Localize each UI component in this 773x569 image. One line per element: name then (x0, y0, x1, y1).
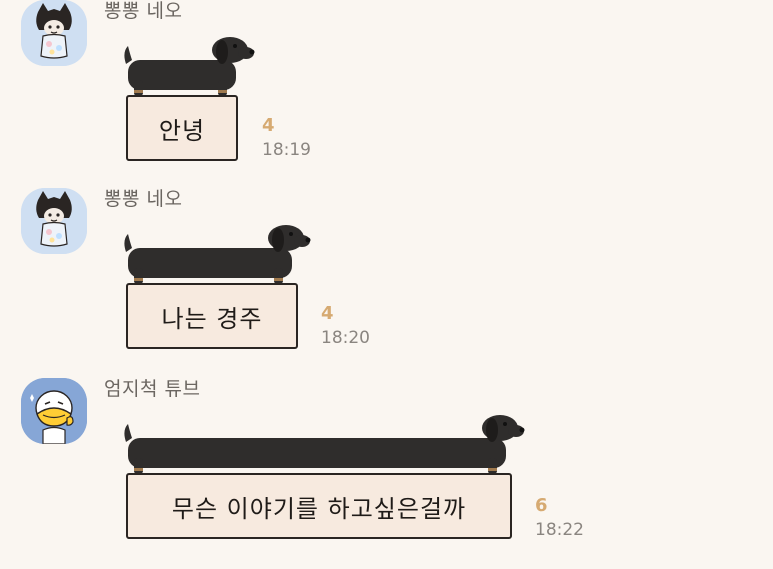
timestamp: 18:20 (321, 328, 370, 348)
sender-name: 엄지척 튜브 (104, 378, 201, 400)
neo-character-icon (21, 188, 87, 254)
timestamp: 18:22 (535, 520, 584, 540)
message-bubble[interactable]: 안녕 (126, 95, 238, 161)
avatar[interactable] (21, 188, 87, 254)
unread-count: 4 (321, 303, 334, 324)
dachshund-decoration-icon (124, 415, 525, 474)
message-meta: 6 18:22 (535, 496, 584, 541)
tube-duck-character-icon (21, 378, 87, 444)
sender-name: 뽕뽕 네오 (104, 0, 183, 22)
unread-count: 4 (262, 115, 275, 136)
message-meta: 4 18:19 (262, 116, 311, 161)
message-meta: 4 18:20 (321, 304, 370, 349)
avatar[interactable] (21, 378, 87, 444)
neo-character-icon (21, 0, 87, 66)
message-bubble[interactable]: 나는 경주 (126, 283, 298, 349)
unread-count: 6 (535, 495, 548, 516)
message-bubble[interactable]: 무슨 이야기를 하고싶은걸까 (126, 473, 512, 539)
avatar[interactable] (21, 0, 87, 66)
dachshund-decoration-icon (124, 37, 255, 96)
timestamp: 18:19 (262, 140, 311, 160)
dachshund-decoration-icon (124, 225, 311, 284)
sender-name: 뽕뽕 네오 (104, 188, 183, 210)
